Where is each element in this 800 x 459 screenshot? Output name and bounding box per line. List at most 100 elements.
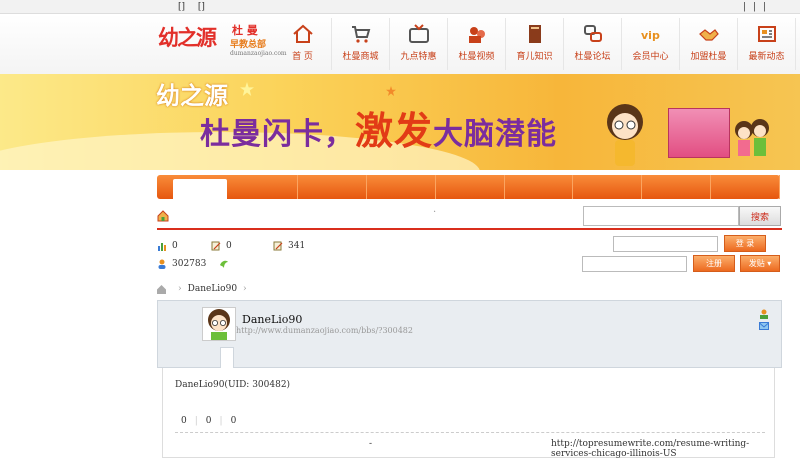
nav-item-video[interactable]: 杜曼视频	[448, 18, 506, 70]
nav-label: 育儿知识	[516, 52, 553, 62]
tab-item[interactable]	[573, 175, 643, 199]
nav-label: 杜曼商城	[342, 52, 379, 62]
slogan-part-1: 杜曼闪卡，	[200, 117, 355, 152]
nav-label: 最新动态	[748, 52, 785, 62]
tv-icon	[408, 24, 429, 43]
top-link-2[interactable]: []	[198, 2, 205, 12]
user-id-text: DaneLio90(UID: 300482)	[175, 380, 291, 390]
search-input[interactable]	[583, 206, 739, 226]
tab-item[interactable]	[711, 175, 780, 199]
profile-url[interactable]: http://www.dumanzaojiao.com/bbs/?300482	[236, 326, 413, 335]
profile-tab[interactable]	[220, 347, 234, 369]
slogan-part-2: 激发	[355, 109, 434, 153]
nav-label: 杜曼论坛	[574, 52, 611, 62]
stat-item	[219, 259, 234, 269]
nav-label: 会员中心	[632, 52, 669, 62]
count-value: 0	[230, 416, 237, 426]
nav-item-home[interactable]: 首 页	[274, 18, 332, 70]
search-row: . 搜索	[157, 204, 782, 230]
edit-icon	[273, 241, 283, 251]
stat-value: 0	[172, 241, 178, 251]
cartoon-girl-illustration	[607, 104, 643, 166]
tab-item[interactable]	[298, 175, 367, 199]
top-bar: [] [] | | |	[0, 0, 800, 14]
tab-item[interactable]	[229, 175, 298, 199]
handshake-icon	[698, 29, 719, 41]
nav-item-member[interactable]: vip 会员中心	[622, 18, 680, 70]
tab-item[interactable]	[436, 175, 505, 199]
register-button[interactable]: 注册	[693, 255, 735, 272]
nav-label: 九点特惠	[400, 52, 437, 62]
top-right-links[interactable]: | | |	[743, 2, 768, 12]
tab-item[interactable]	[367, 175, 436, 199]
avatar-illustration	[208, 309, 230, 340]
add-friend-icon[interactable]	[759, 309, 769, 319]
video-icon	[468, 27, 485, 43]
search-button[interactable]: 搜索	[739, 206, 781, 226]
login-button[interactable]: 登 录	[724, 235, 766, 252]
promo-banner[interactable]: 幼之源 杜曼闪卡，激发大脑潜能	[0, 74, 800, 170]
site-logo[interactable]: 幼之源 杜 曼 早教总部 dumanzaojiao.com	[158, 20, 287, 64]
svg-text:vip: vip	[641, 29, 660, 42]
tab-active[interactable]	[173, 179, 227, 199]
stat-item: 341	[273, 241, 305, 251]
nav-label: 首 页	[292, 52, 313, 62]
message-icon[interactable]	[759, 321, 769, 331]
site-header: 幼之源 杜 曼 早教总部 dumanzaojiao.com 首 页 杜曼商城 九…	[0, 14, 800, 74]
home-icon	[292, 24, 313, 43]
nav-item-news[interactable]: 最新动态	[738, 18, 796, 70]
star-icon	[240, 82, 254, 96]
profile-content: DaneLio90(UID: 300482) 0 | 0 | 0 - http:…	[162, 368, 775, 459]
stat-value: 0	[226, 241, 232, 251]
avatar[interactable]	[202, 307, 236, 341]
forum-icon	[583, 25, 602, 42]
nav-item-forum[interactable]: 杜曼论坛	[564, 18, 622, 70]
username-input[interactable]	[613, 236, 718, 252]
top-link-1[interactable]: []	[178, 2, 185, 12]
section-tab-bar	[157, 175, 780, 199]
post-button[interactable]: 发贴 ▾	[740, 255, 780, 272]
cartoon-kids-illustration	[735, 119, 769, 156]
nav-item-mall[interactable]: 杜曼商城	[332, 18, 390, 70]
forum-stats: 0 0 341 302783	[157, 240, 457, 274]
stat-value: 302783	[172, 259, 207, 269]
count-separator: |	[219, 416, 223, 426]
nav-label: 杜曼视频	[458, 52, 495, 62]
breadcrumb: › DaneLio90 ›	[157, 284, 253, 294]
user-icon	[158, 259, 166, 269]
home-icon[interactable]	[157, 210, 169, 222]
nav-item-knowledge[interactable]: 育儿知识	[506, 18, 564, 70]
nav-item-join[interactable]: 加盟杜曼	[680, 18, 738, 70]
stat-value: 341	[288, 241, 306, 251]
logo-main-text: 幼之源	[158, 26, 217, 50]
leaf-icon	[220, 260, 228, 268]
breadcrumb-item[interactable]: DaneLio90	[188, 284, 237, 294]
nav-label: 加盟杜曼	[690, 52, 727, 62]
login-panel: 登 录 注册 发贴 ▾	[582, 235, 782, 275]
separator-dot: .	[433, 204, 437, 215]
breadcrumb-separator: ›	[243, 284, 247, 294]
count-separator: |	[194, 416, 198, 426]
stat-item: 0	[157, 241, 178, 251]
star-icon	[386, 86, 396, 96]
tab-item[interactable]	[642, 175, 712, 199]
slogan-part-3: 大脑潜能	[433, 117, 558, 152]
password-input[interactable]	[582, 256, 687, 272]
tab-item[interactable]	[505, 175, 574, 199]
logo-sub-text-2: 早教总部	[230, 40, 267, 50]
profile-header: DaneLio90 http://www.dumanzaojiao.com/bb…	[157, 300, 782, 369]
vip-icon: vip	[641, 29, 660, 42]
edit-icon	[211, 241, 221, 251]
divider	[175, 432, 765, 433]
nav-item-deals[interactable]: 九点特惠	[390, 18, 448, 70]
profile-name: DaneLio90	[242, 313, 303, 326]
breadcrumb-separator: ›	[178, 284, 182, 294]
cart-icon	[351, 26, 370, 43]
home-icon[interactable]	[157, 284, 166, 294]
profile-link[interactable]: http://topresumewrite.com/resume-writing…	[551, 439, 771, 459]
logo-sub-text: 杜 曼	[232, 24, 258, 37]
news-icon	[757, 26, 776, 42]
stat-item: 302783	[157, 259, 206, 269]
book-icon	[528, 25, 541, 43]
banner-slogan: 杜曼闪卡，激发大脑潜能	[200, 100, 557, 155]
